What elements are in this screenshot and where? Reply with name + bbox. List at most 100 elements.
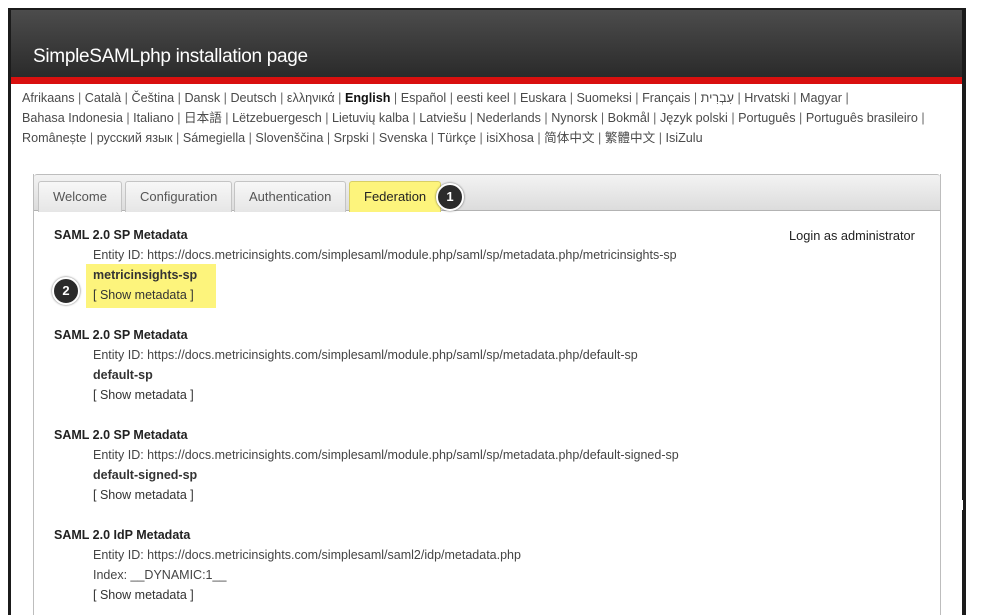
language-separator: | bbox=[173, 111, 185, 125]
language-separator: | bbox=[172, 131, 183, 145]
language-link[interactable]: IsiZulu bbox=[665, 128, 702, 148]
language-link[interactable]: Euskara bbox=[520, 88, 566, 108]
language-link[interactable]: русский язык bbox=[97, 128, 173, 148]
language-link[interactable]: Sámegiella bbox=[183, 128, 245, 148]
page-title: SimpleSAMLphp installation page bbox=[33, 46, 308, 67]
language-separator: | bbox=[594, 131, 605, 145]
show-metadata-link[interactable]: [ Show metadata ] bbox=[93, 588, 194, 602]
language-separator: | bbox=[74, 91, 85, 105]
language-separator: | bbox=[566, 91, 577, 105]
language-separator: | bbox=[533, 131, 545, 145]
language-link[interactable]: Lëtzebuergesch bbox=[232, 108, 322, 128]
language-link[interactable]: Türkçe bbox=[438, 128, 477, 148]
tab-authentication[interactable]: Authentication bbox=[234, 181, 347, 212]
language-link[interactable]: Deutsch bbox=[230, 88, 276, 108]
show-metadata-link[interactable]: [ Show metadata ] bbox=[93, 488, 194, 502]
language-separator: | bbox=[321, 111, 332, 125]
language-separator: | bbox=[409, 111, 420, 125]
sp-name: default-signed-sp bbox=[93, 468, 198, 482]
language-link[interactable]: Hrvatski bbox=[744, 88, 789, 108]
language-separator: | bbox=[540, 111, 552, 125]
show-metadata-link[interactable]: [ Show metadata ] bbox=[93, 288, 194, 302]
language-separator: | bbox=[323, 131, 334, 145]
tab-welcome[interactable]: Welcome bbox=[38, 181, 122, 212]
language-link[interactable]: Català bbox=[85, 88, 121, 108]
language-link[interactable]: Latviešu bbox=[419, 108, 466, 128]
language-separator: | bbox=[446, 91, 457, 105]
language-separator: | bbox=[221, 111, 233, 125]
frame-edge bbox=[962, 510, 966, 615]
idp-index: Index: __DYNAMIC:1__ bbox=[93, 568, 227, 582]
language-separator: | bbox=[509, 91, 520, 105]
entity-id: Entity ID: https://docs.metricinsights.c… bbox=[93, 448, 679, 462]
language-separator: | bbox=[842, 91, 853, 105]
language-separator: | bbox=[733, 91, 745, 105]
language-link[interactable]: Lietuvių kalba bbox=[332, 108, 409, 128]
callout-badge-1: 1 bbox=[436, 183, 464, 211]
language-link[interactable]: Nederlands bbox=[477, 108, 541, 128]
language-link[interactable]: ελληνικά bbox=[287, 88, 335, 108]
language-separator: | bbox=[727, 111, 739, 125]
language-link[interactable]: Italiano bbox=[133, 108, 174, 128]
language-link[interactable]: Afrikaans bbox=[22, 88, 75, 108]
language-separator: | bbox=[245, 131, 256, 145]
language-link[interactable]: Srpski bbox=[334, 128, 369, 148]
language-link[interactable]: Bokmål bbox=[608, 108, 650, 128]
language-separator: | bbox=[390, 91, 401, 105]
language-link[interactable]: Românește bbox=[22, 128, 86, 148]
language-link[interactable]: Español bbox=[401, 88, 447, 108]
language-separator: | bbox=[597, 111, 608, 125]
language-link[interactable]: eesti keel bbox=[457, 88, 510, 108]
language-link[interactable]: Français bbox=[642, 88, 690, 108]
language-link[interactable]: Magyar bbox=[800, 88, 842, 108]
page-header: SimpleSAMLphp installation page bbox=[11, 10, 962, 78]
tab-federation[interactable]: Federation bbox=[349, 181, 442, 212]
language-link[interactable]: 繁體中文 bbox=[605, 128, 655, 148]
language-separator: | bbox=[122, 111, 134, 125]
language-link[interactable]: Dansk bbox=[184, 88, 220, 108]
tab-bar: Welcome Configuration Authentication Fed… bbox=[34, 174, 940, 212]
entity-id: Entity ID: https://docs.metricinsights.c… bbox=[93, 548, 521, 562]
language-separator: | bbox=[174, 91, 185, 105]
language-separator: | bbox=[795, 111, 806, 125]
metadata-section-title: SAML 2.0 SP Metadata bbox=[54, 328, 188, 342]
sp-name: default-sp bbox=[93, 368, 153, 382]
metadata-section-title: SAML 2.0 IdP Metadata bbox=[54, 528, 191, 542]
language-separator: | bbox=[427, 131, 438, 145]
language-link[interactable]: Slovenščina bbox=[255, 128, 323, 148]
language-link[interactable]: Suomeksi bbox=[576, 88, 631, 108]
language-bar: Afrikaans | Català | Čeština | Dansk | D… bbox=[22, 88, 952, 148]
language-link[interactable]: Português brasileiro bbox=[806, 108, 918, 128]
metadata-section-title: SAML 2.0 SP Metadata bbox=[54, 428, 188, 442]
header-accent-bar bbox=[11, 77, 962, 84]
language-link[interactable]: Język polski bbox=[660, 108, 728, 128]
language-separator: | bbox=[789, 91, 800, 105]
login-as-admin-link[interactable]: Login as administrator bbox=[789, 228, 915, 243]
language-link[interactable]: 简体中文 bbox=[544, 128, 594, 148]
language-separator: | bbox=[655, 131, 666, 145]
language-link[interactable]: Português bbox=[738, 108, 795, 128]
entity-id: Entity ID: https://docs.metricinsights.c… bbox=[93, 348, 638, 362]
callout-badge-2: 2 bbox=[52, 277, 80, 305]
language-separator: | bbox=[631, 91, 643, 105]
language-separator: | bbox=[476, 131, 487, 145]
language-separator: | bbox=[220, 91, 231, 105]
language-link: English bbox=[344, 91, 391, 105]
language-separator: | bbox=[690, 91, 701, 105]
language-link[interactable]: Svenska bbox=[379, 128, 427, 148]
sp-name: metricinsights-sp bbox=[93, 268, 198, 282]
language-link[interactable]: 日本語 bbox=[184, 108, 222, 128]
language-link[interactable]: עִבְרִית bbox=[701, 88, 734, 108]
language-separator: | bbox=[334, 91, 345, 105]
language-link[interactable]: Čeština bbox=[131, 88, 174, 108]
language-separator: | bbox=[86, 131, 97, 145]
language-link[interactable]: Bahasa Indonesia bbox=[22, 108, 123, 128]
metadata-section-title: SAML 2.0 SP Metadata bbox=[54, 228, 188, 242]
language-separator: | bbox=[649, 111, 660, 125]
language-link[interactable]: Nynorsk bbox=[551, 108, 597, 128]
language-separator: | bbox=[276, 91, 287, 105]
show-metadata-link[interactable]: [ Show metadata ] bbox=[93, 388, 194, 402]
tab-configuration[interactable]: Configuration bbox=[125, 181, 233, 212]
language-separator: | bbox=[466, 111, 477, 125]
language-link[interactable]: isiXhosa bbox=[486, 128, 534, 148]
